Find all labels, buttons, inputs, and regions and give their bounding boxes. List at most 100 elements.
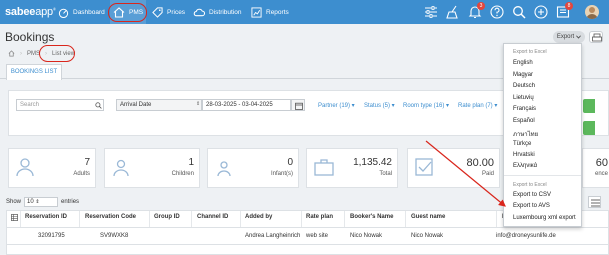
column-divider <box>405 211 406 227</box>
adults-count: 7 <box>84 157 90 168</box>
column-divider <box>191 211 192 227</box>
search-icon[interactable] <box>512 5 526 19</box>
col-added-by[interactable]: Added by <box>245 214 272 220</box>
home-breadcrumb-icon[interactable] <box>8 50 15 57</box>
partner-filter[interactable]: Partner (19) ▾ <box>318 102 355 109</box>
calendar-button[interactable] <box>291 99 305 111</box>
status-filter[interactable]: Status (5) ▾ <box>364 102 395 109</box>
list-view-highlight-annotation <box>39 45 75 62</box>
reset-button[interactable] <box>583 121 595 135</box>
inbox-badge: 8 <box>565 2 573 10</box>
menu-item-deutsch[interactable]: Deutsch <box>513 83 535 89</box>
table-row-divider <box>6 244 609 245</box>
balance-amount: 60 <box>595 157 608 169</box>
nav-dashboard[interactable]: Dashboard <box>56 0 106 24</box>
menu-item-espanol[interactable]: Español <box>513 118 535 124</box>
cell-reservation-id: 32091795 <box>38 233 65 239</box>
table-header-divider <box>6 227 609 228</box>
sabeeapp-logo[interactable]: sabeeapp® <box>5 6 56 18</box>
column-divider <box>79 211 80 227</box>
calendar-icon <box>294 102 303 110</box>
help-icon[interactable] <box>490 5 504 19</box>
print-button[interactable] <box>589 31 603 43</box>
menu-item-thai[interactable]: ภาษาไทย <box>513 129 538 139</box>
column-toggle-button[interactable] <box>588 196 601 208</box>
nav-reports[interactable]: Reports <box>251 0 291 24</box>
tag-icon <box>152 6 163 18</box>
children-count: 1 <box>188 157 194 168</box>
add-icon[interactable] <box>534 5 548 19</box>
entries-label: entries <box>61 199 80 205</box>
user-avatar[interactable] <box>585 5 599 19</box>
menu-item-hrvatski[interactable]: Hrvatski <box>513 152 535 158</box>
col-guest-name[interactable]: Guest name <box>411 214 445 220</box>
printer-icon <box>592 33 602 42</box>
cell-booker-email: info@droneysunlife.de <box>496 233 556 239</box>
chevron-down-icon <box>576 35 582 39</box>
children-icon <box>113 159 129 177</box>
menu-item-english[interactable]: English <box>513 60 533 66</box>
adults-icon <box>16 158 34 177</box>
apply-button[interactable] <box>583 99 595 113</box>
search-input[interactable]: Search <box>16 99 104 111</box>
stat-card-paid: 80.00 Paid <box>407 148 500 188</box>
avatar-icon <box>586 7 598 19</box>
date-type-select[interactable]: Arrival Date <box>116 99 202 111</box>
col-reservation-id[interactable]: Reservation ID <box>25 214 67 220</box>
rate-plan-filter-label: Rate plan (7) <box>458 103 493 109</box>
nav-dashboard-label: Dashboard <box>73 8 105 16</box>
menu-item-magyar[interactable]: Magyar <box>513 72 533 78</box>
broom-icon[interactable] <box>446 5 460 19</box>
nav-distribution[interactable]: Distribution <box>193 0 243 24</box>
menu-item-ellinika[interactable]: Ελληνικά <box>513 163 537 169</box>
cell-rate-plan: web site <box>306 233 329 239</box>
nav-distribution-label: Distribution <box>209 8 242 16</box>
export-button-label: Export <box>556 34 575 40</box>
briefcase-icon <box>314 159 334 176</box>
cell-bookers-name: Nico Nowak <box>350 233 383 239</box>
col-bookers-name[interactable]: Booker's Name <box>350 214 393 220</box>
logo-text: sabee <box>5 6 36 18</box>
logo-suffix: app <box>35 6 53 18</box>
cloud-icon <box>193 8 205 17</box>
col-reservation-code[interactable]: Reservation Code <box>85 214 136 220</box>
select-arrows-icon: ⇕ <box>35 199 40 205</box>
col-channel-id[interactable]: Channel ID <box>197 214 228 220</box>
cell-reservation-code: SV9WXK8 <box>100 233 129 239</box>
stat-card-balance: 60 ence <box>582 148 609 188</box>
nav-prices-label: Prices <box>167 8 186 16</box>
status-filter-label: Status (5) <box>364 103 391 109</box>
breadcrumb-separator-icon: › <box>20 50 22 57</box>
menu-section-excel: Export to Excel <box>513 49 547 55</box>
stat-card-adults: 7 Adults <box>8 148 96 188</box>
adults-label: Adults <box>73 171 90 177</box>
date-range-input[interactable]: 28-03-2025 - 03-04-2025 <box>202 99 291 111</box>
room-type-filter[interactable]: Room type (16) ▾ <box>403 102 449 109</box>
grid-icon[interactable] <box>11 214 18 221</box>
tab-bookings-list[interactable]: BOOKINGS LIST <box>6 64 62 80</box>
nav-reports-label: Reports <box>266 8 289 16</box>
nav-prices[interactable]: Prices <box>152 0 186 24</box>
sliders-icon[interactable] <box>424 5 438 19</box>
menu-item-export-csv[interactable]: Export to CSV <box>513 192 551 198</box>
col-rate-plan[interactable]: Rate plan <box>306 214 333 220</box>
list-icon <box>590 199 600 206</box>
col-group-id[interactable]: Group ID <box>154 214 180 220</box>
infant-icon <box>217 161 231 177</box>
menu-item-lietuviu[interactable]: Lietuvių <box>513 95 534 101</box>
rate-plan-filter[interactable]: Rate plan (7) ▾ <box>458 102 497 109</box>
menu-item-export-avs[interactable]: Export to AVS <box>513 203 550 209</box>
entries-per-page-select[interactable]: 10 ⇕ <box>24 197 59 207</box>
page-title: Bookings <box>5 30 55 44</box>
show-label: Show <box>6 199 22 205</box>
column-divider <box>496 211 497 227</box>
stat-card-infants: 0 Infant(s) <box>207 148 299 188</box>
total-amount: 1,135.42 <box>353 157 392 168</box>
menu-item-turkce[interactable]: Türkçe <box>513 141 531 147</box>
column-divider <box>301 211 302 227</box>
chart-icon <box>251 6 262 18</box>
room-type-filter-label: Room type (16) <box>403 103 445 109</box>
export-button[interactable]: Export <box>553 31 585 43</box>
menu-item-luxembourg-xml[interactable]: Luxembourg xml export <box>513 215 576 221</box>
menu-item-francais[interactable]: Français <box>513 106 536 112</box>
